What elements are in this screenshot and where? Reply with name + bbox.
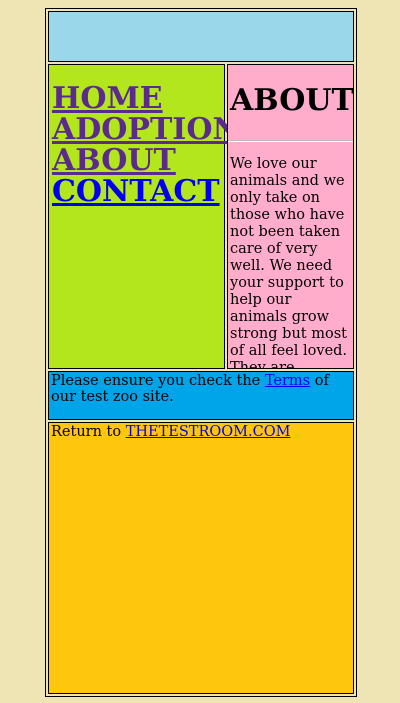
nav-link-home[interactable]: HOME xyxy=(52,83,224,114)
nav-link-about[interactable]: ABOUT xyxy=(52,145,224,176)
nav-link-contact[interactable]: CONTACT xyxy=(52,176,224,207)
nav-panel: HOME ADOPTION ABOUT CONTACT xyxy=(48,64,240,369)
terms-notice: Please ensure you check the Terms of our… xyxy=(48,371,354,420)
terms-link[interactable]: Terms xyxy=(265,373,310,389)
about-heading: ABOUT xyxy=(230,83,354,118)
footer-panel: Return to THETESTROOM.COM xyxy=(48,422,354,694)
nav-link-adoption[interactable]: ADOPTION xyxy=(52,114,240,145)
terms-notice-prefix: Please ensure you check the xyxy=(51,373,265,389)
page-frame: HOME ADOPTION ABOUT CONTACT ABOUT We lov… xyxy=(45,8,357,697)
header-banner xyxy=(48,11,354,62)
thetestroom-link[interactable]: THETESTROOM.COM xyxy=(126,424,291,440)
about-panel: ABOUT We love our animals and we only ta… xyxy=(227,64,354,369)
footer-prefix: Return to xyxy=(51,424,126,440)
about-divider xyxy=(228,140,353,142)
about-text: We love our animals and we only take on … xyxy=(230,156,348,369)
